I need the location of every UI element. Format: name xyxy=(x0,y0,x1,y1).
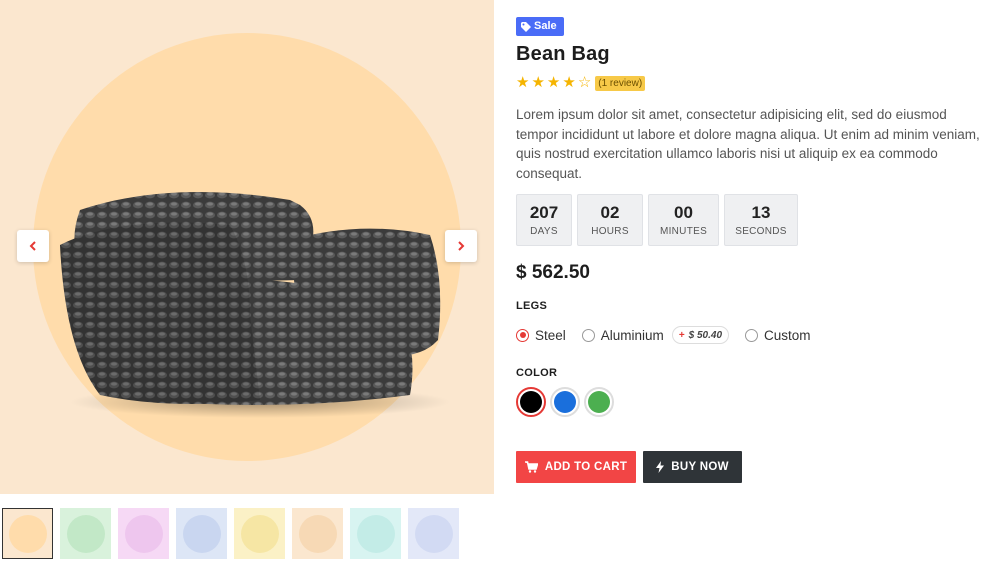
countdown-seconds: 13 SECONDS xyxy=(724,194,798,246)
bean-bag-image xyxy=(60,192,450,418)
legs-option-label: Custom xyxy=(764,327,811,343)
thumbnail-grey-chair[interactable] xyxy=(176,508,227,559)
thumbnail-image xyxy=(415,515,453,553)
product-image-gallery xyxy=(0,0,494,494)
thumbnail-wood-chair[interactable] xyxy=(292,508,343,559)
sale-badge-label: Sale xyxy=(534,20,557,32)
color-swatch-black[interactable] xyxy=(516,387,546,417)
legs-option-custom[interactable]: Custom xyxy=(745,328,811,343)
next-image-button[interactable] xyxy=(445,230,477,262)
thumbnail-image xyxy=(299,515,337,553)
thumbnail-image xyxy=(125,515,163,553)
star-filled-icon: ★ xyxy=(562,74,576,91)
countdown-value: 207 xyxy=(529,203,559,222)
thumbnail-black-shell-chair[interactable] xyxy=(408,508,459,559)
thumbnail-green-armchair[interactable] xyxy=(60,508,111,559)
product-title: Bean Bag xyxy=(516,43,610,65)
countdown-minutes: 00 MINUTES xyxy=(648,194,719,246)
swatch-fill xyxy=(588,391,610,413)
swatch-fill xyxy=(554,391,576,413)
countdown-value: 00 xyxy=(674,203,693,222)
star-filled-icon: ★ xyxy=(531,74,545,91)
countdown-unit: DAYS xyxy=(530,226,558,237)
star-empty-icon: ☆ xyxy=(577,74,592,91)
countdown-unit: MINUTES xyxy=(659,226,708,237)
product-description: Lorem ipsum dolor sit amet, consectetur … xyxy=(516,107,980,181)
legs-option-label: Aluminium xyxy=(600,327,664,343)
thumbnail-strip xyxy=(2,508,459,559)
thumbnail-black-bean-bag[interactable] xyxy=(2,508,53,559)
radio-button[interactable] xyxy=(745,328,759,342)
review-count[interactable]: (1 review) xyxy=(595,75,646,91)
add-to-cart-label: ADD TO CART xyxy=(544,461,628,473)
legs-option-label: Steel xyxy=(535,327,566,343)
plus-sign: + xyxy=(678,329,685,341)
buy-now-button[interactable]: BUY NOW xyxy=(643,451,742,483)
thumbnail-white-sofa[interactable] xyxy=(118,508,169,559)
radio-button[interactable] xyxy=(581,328,595,342)
countdown-value: 13 xyxy=(751,203,771,222)
countdown-unit: SECONDS xyxy=(735,226,787,237)
sale-countdown: 207 DAYS 02 HOURS 00 MINUTES 13 SECONDS xyxy=(516,194,798,246)
sale-badge: Sale xyxy=(516,17,564,36)
thumbnail-image xyxy=(67,515,105,553)
buy-now-label: BUY NOW xyxy=(671,461,729,473)
countdown-value: 02 xyxy=(600,203,620,222)
cart-icon xyxy=(524,461,538,473)
lightning-icon xyxy=(656,461,665,473)
thumbnail-yellow-chair[interactable] xyxy=(234,508,285,559)
chevron-right-icon xyxy=(458,241,465,251)
legs-options: Steel Aluminium + $ 50.40 Custom xyxy=(516,326,827,344)
radio-button[interactable] xyxy=(516,328,529,342)
color-swatches xyxy=(516,387,614,417)
tag-icon xyxy=(521,21,531,32)
product-rating[interactable]: ★ ★ ★ ★ ☆ (1 review) xyxy=(516,74,646,92)
star-filled-icon: ★ xyxy=(546,74,561,91)
thumbnail-image xyxy=(241,515,279,553)
thumbnail-image xyxy=(183,515,221,553)
countdown-hours: 02 HOURS xyxy=(577,194,643,246)
thumbnail-image xyxy=(357,515,395,553)
countdown-days: 207 DAYS xyxy=(516,194,572,246)
legs-label: LEGS xyxy=(516,300,548,312)
legs-option-steel[interactable]: Steel xyxy=(516,328,566,343)
add-to-cart-button[interactable]: ADD TO CART xyxy=(516,451,636,483)
price-modifier: + $ 50.40 xyxy=(671,326,730,344)
color-swatch-blue[interactable] xyxy=(550,387,580,417)
thumbnail-lounge-chair[interactable] xyxy=(350,508,401,559)
product-price: $ 562.50 xyxy=(516,262,590,283)
star-filled-icon: ★ xyxy=(516,74,530,91)
price-modifier-value: $ 50.40 xyxy=(688,329,723,341)
prev-image-button[interactable] xyxy=(17,230,49,262)
legs-option-aluminium[interactable]: Aluminium + $ 50.40 xyxy=(581,326,730,344)
swatch-fill xyxy=(520,391,542,413)
thumbnail-image xyxy=(9,515,47,553)
chevron-left-icon xyxy=(29,241,36,251)
color-swatch-green[interactable] xyxy=(584,387,614,417)
color-label: COLOR xyxy=(516,367,558,379)
countdown-unit: HOURS xyxy=(591,226,629,237)
